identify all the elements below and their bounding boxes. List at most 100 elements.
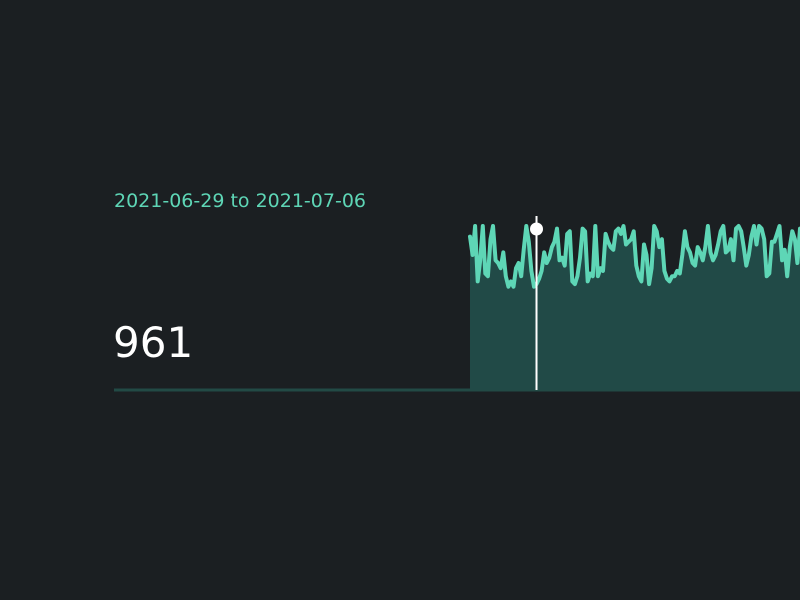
data-point [681,254,683,256]
data-point [556,227,558,229]
data-point [612,249,614,251]
data-point [566,233,568,235]
data-point [712,259,714,261]
data-point [638,275,640,277]
data-point [666,278,668,280]
data-point [704,246,706,248]
data-point [525,225,527,227]
data-point [597,275,599,277]
data-point [622,225,624,227]
data-point [694,264,696,266]
data-point [650,267,652,269]
data-point [633,230,635,232]
data-point [594,225,596,227]
data-point [717,243,719,245]
data-point [753,225,755,227]
data-point [615,230,617,232]
data-point [548,257,550,259]
data-point [656,230,658,232]
data-point [607,241,609,243]
data-point [576,275,578,277]
data-point [502,251,504,253]
data-point [771,241,773,243]
data-point [766,275,768,277]
data-point [697,246,699,248]
data-point [645,254,647,256]
data-point [507,286,509,288]
data-point [574,283,576,285]
data-point [796,262,798,264]
data-point [758,225,760,227]
data-point [617,227,619,229]
hover-cursor-dot [530,222,544,236]
data-point [702,259,704,261]
chart-card: 2021-06-29 to 2021-07-06 961 [0,0,800,600]
data-point [794,238,796,240]
data-point [691,262,693,264]
data-point [517,262,519,264]
data-point [540,270,542,272]
data-point [515,267,517,269]
data-point [487,275,489,277]
sparkline-chart[interactable] [0,0,800,600]
data-point [773,241,775,243]
data-point [505,275,507,277]
data-point [528,241,530,243]
data-point [737,225,739,227]
data-point [668,280,670,282]
data-point [538,278,540,280]
data-point [674,275,676,277]
data-point [727,249,729,251]
data-point [584,230,586,232]
data-point [740,230,742,232]
data-point [523,249,525,251]
data-point [760,227,762,229]
data-point [494,259,496,261]
data-point [709,251,711,253]
data-point [630,238,632,240]
data-point [763,238,765,240]
data-point [571,280,573,282]
data-point [684,230,686,232]
data-point [479,259,481,261]
data-point [561,257,563,259]
data-point [625,243,627,245]
data-point [748,254,750,256]
data-point [520,275,522,277]
data-point [543,251,545,253]
data-point [786,275,788,277]
data-point [699,251,701,253]
data-point [581,227,583,229]
data-point [791,230,793,232]
data-point [604,233,606,235]
data-point [592,275,594,277]
data-point [725,251,727,253]
data-point [643,243,645,245]
data-point [602,270,604,272]
data-point [512,286,514,288]
data-point [730,238,732,240]
data-point [676,270,678,272]
data-point [587,280,589,282]
data-point [732,259,734,261]
data-point [546,262,548,264]
data-point [768,272,770,274]
data-point [482,225,484,227]
data-point [610,246,612,248]
data-point [484,272,486,274]
data-point [776,233,778,235]
data-point [471,254,473,256]
data-point [553,241,555,243]
data-point [599,267,601,269]
data-point [714,254,716,256]
data-point [750,235,752,237]
data-point [686,246,688,248]
data-point [620,233,622,235]
data-point [640,280,642,282]
data-point [551,246,553,248]
data-point [627,241,629,243]
data-point [755,243,757,245]
data-point [569,230,571,232]
data-point [778,225,780,227]
data-point [477,280,479,282]
